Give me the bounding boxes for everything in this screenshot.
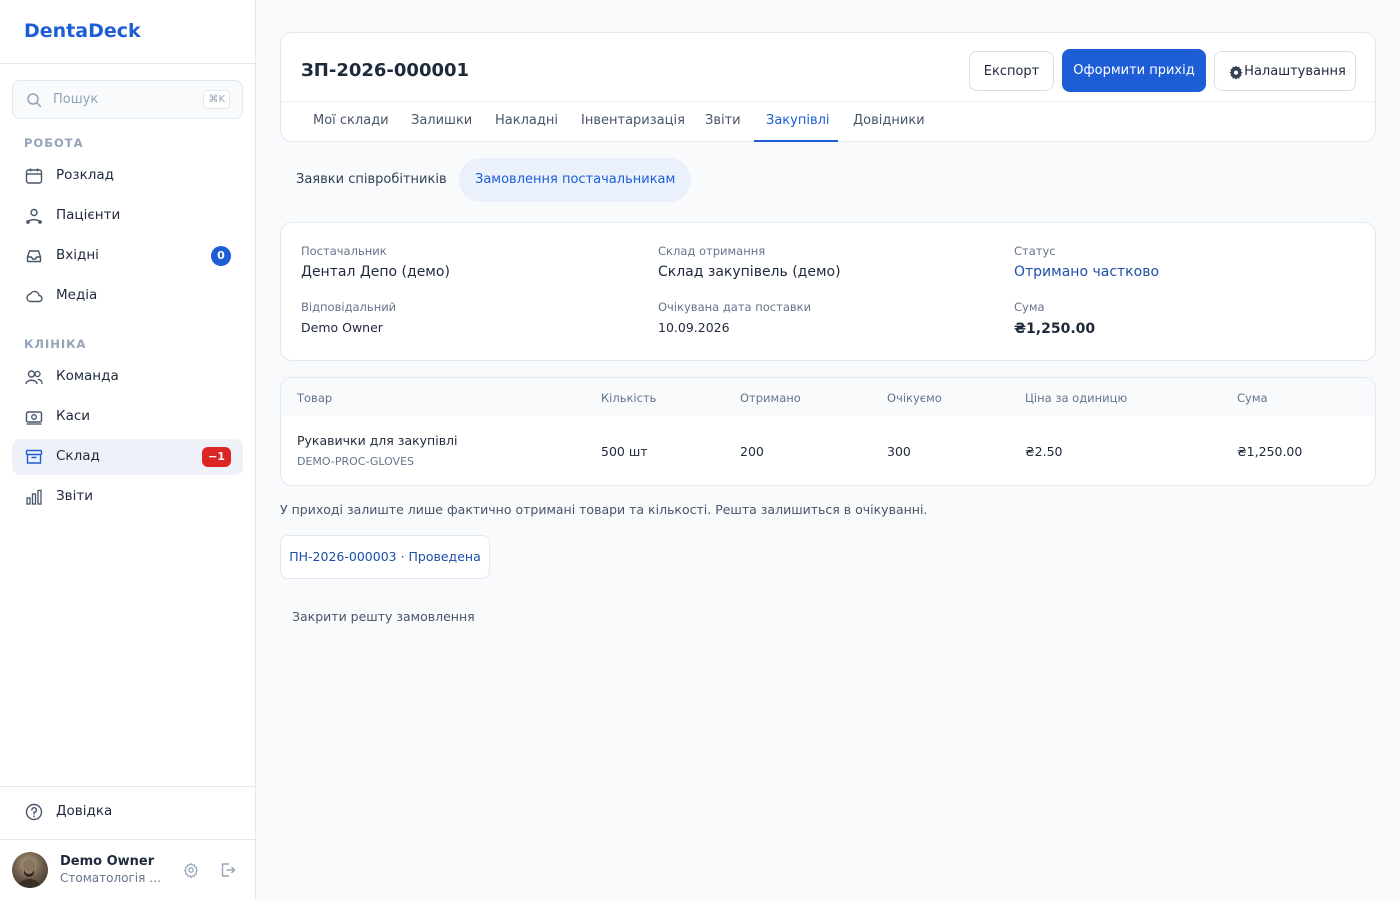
row-sum-cell: ₴1,250.00 xyxy=(1237,444,1303,459)
settings-button-label: Налаштування xyxy=(1244,63,1346,79)
inbox-icon xyxy=(26,250,42,263)
sidebar-item-label: Пацієнти xyxy=(56,207,121,223)
tab-reports[interactable]: Звіти xyxy=(705,113,741,128)
receipt-hint-text: У приході залиште лише фактично отримані… xyxy=(280,502,928,517)
expected-cell: 300 xyxy=(887,444,911,459)
column-header-sum: Сума xyxy=(1237,391,1268,405)
sidebar-item-label: Команда xyxy=(56,368,119,384)
column-header-product: Товар xyxy=(297,391,333,405)
status-label: Статус xyxy=(1014,244,1056,258)
sidebar-item-inbox[interactable]: Вхідні 0 xyxy=(12,238,243,274)
sidebar-item-label: Вхідні xyxy=(56,247,99,263)
tab-invoices[interactable]: Накладні xyxy=(495,113,558,128)
sum-value: ₴1,250.00 xyxy=(1014,321,1096,337)
user-name: Demo Owner xyxy=(60,854,155,869)
product-sku: DEMO-PROC-GLOVES xyxy=(297,455,415,468)
sidebar-item-label: Медіа xyxy=(56,287,98,303)
tab-stock[interactable]: Залишки xyxy=(411,113,472,128)
supplier-label: Постачальник xyxy=(301,244,387,258)
sidebar-item-patients[interactable]: Пацієнти xyxy=(12,198,243,234)
column-header-unit-price: Ціна за одиницю xyxy=(1025,391,1128,405)
sidebar-item-schedule[interactable]: Розклад xyxy=(12,158,243,194)
responsible-label: Відповідальний xyxy=(301,300,397,314)
cash-icon xyxy=(25,411,43,425)
export-button[interactable]: Експорт xyxy=(969,51,1054,91)
warehouse-label: Склад отримання xyxy=(658,244,766,258)
divider xyxy=(281,101,1375,102)
help-icon xyxy=(25,803,43,821)
status-value: Отримано частково xyxy=(1014,264,1160,280)
sidebar-item-label: Каси xyxy=(56,408,91,424)
active-tab-indicator xyxy=(754,140,838,142)
warehouse-alert-badge: −1 xyxy=(202,447,231,467)
team-icon xyxy=(25,370,43,385)
tab-my-warehouses[interactable]: Мої склади xyxy=(313,113,389,128)
divider xyxy=(0,839,255,840)
warehouse-icon xyxy=(25,449,43,464)
table-header xyxy=(281,378,1375,416)
order-details-card: Постачальник Дентал Депо (демо) Склад от… xyxy=(280,222,1376,361)
linked-receipt-link[interactable]: ПН-2026-000003 · Проведена xyxy=(280,535,490,579)
user-organization: Стоматологія Посмішка xyxy=(60,871,164,885)
close-rest-of-order-button[interactable]: Закрити решту замовлення xyxy=(292,609,475,624)
page-title: ЗП-2026-000001 xyxy=(301,60,470,81)
sidebar-item-warehouse[interactable]: Склад −1 xyxy=(12,439,243,475)
sum-label: Сума xyxy=(1014,300,1045,314)
sidebar-item-label: Звіти xyxy=(56,488,93,504)
quantity-cell: 500 шт xyxy=(601,444,648,459)
subtab-supplier-orders[interactable]: Замовлення постачальникам xyxy=(459,158,692,202)
calendar-icon xyxy=(25,168,43,184)
sidebar-item-cash[interactable]: Каси xyxy=(12,399,243,435)
inbox-count-badge: 0 xyxy=(211,246,231,266)
subtab-employee-requests[interactable]: Заявки співробітників xyxy=(280,158,463,202)
tab-references[interactable]: Довідники xyxy=(853,113,925,128)
warehouse-value: Склад закупівель (демо) xyxy=(658,264,841,280)
unit-price-cell: ₴2.50 xyxy=(1025,444,1063,459)
divider xyxy=(0,63,255,64)
document-header-card: ЗП-2026-000001 Експорт Оформити прихід Н… xyxy=(280,32,1376,142)
divider xyxy=(0,786,255,787)
search-icon xyxy=(27,93,42,108)
gear-icon xyxy=(1229,65,1243,80)
settings-button[interactable]: Налаштування xyxy=(1214,51,1356,91)
patients-icon xyxy=(26,208,42,224)
delivery-date-value: 10.09.2026 xyxy=(658,320,730,335)
avatar-photo-icon xyxy=(17,859,42,888)
supplier-value: Дентал Депо (демо) xyxy=(301,264,450,280)
sidebar: DentaDeck Пошук ⌘K РОБОТА Розклад Пацієн… xyxy=(0,0,256,900)
responsible-value: Demo Owner xyxy=(301,320,383,335)
product-name: Рукавички для закупівлі xyxy=(297,433,458,448)
search-shortcut: ⌘K xyxy=(203,90,230,109)
sidebar-item-label: Розклад xyxy=(56,167,114,183)
search-input[interactable]: Пошук ⌘K xyxy=(12,80,243,119)
help-link[interactable]: Довідка xyxy=(12,794,243,830)
sidebar-item-team[interactable]: Команда xyxy=(12,359,243,395)
section-label-clinic: КЛІНІКА xyxy=(24,337,87,351)
sidebar-item-reports[interactable]: Звіти xyxy=(12,479,243,515)
help-label: Довідка xyxy=(56,803,113,819)
column-header-expected: Очікуємо xyxy=(887,391,942,405)
column-header-received: Отримано xyxy=(740,391,801,405)
sidebar-item-label: Склад xyxy=(56,448,100,464)
brand-logo[interactable]: DentaDeck xyxy=(24,20,141,42)
settings-gear-icon[interactable] xyxy=(181,860,201,880)
section-label-work: РОБОТА xyxy=(24,136,84,150)
chart-icon xyxy=(26,489,42,505)
sidebar-item-media[interactable]: Медіа xyxy=(12,278,243,314)
order-items-table: Товар Кількість Отримано Очікуємо Ціна з… xyxy=(280,377,1376,486)
column-header-quantity: Кількість xyxy=(601,391,657,405)
tab-inventory[interactable]: Інвентаризація xyxy=(581,113,685,128)
cloud-icon xyxy=(26,290,43,303)
delivery-date-label: Очікувана дата поставки xyxy=(658,300,812,314)
create-receipt-button[interactable]: Оформити прихід xyxy=(1062,49,1206,92)
search-placeholder: Пошук xyxy=(53,92,99,107)
avatar[interactable] xyxy=(12,852,48,888)
tab-purchases[interactable]: Закупівлі xyxy=(766,113,830,128)
logout-icon[interactable] xyxy=(218,860,238,880)
received-cell: 200 xyxy=(740,444,764,459)
